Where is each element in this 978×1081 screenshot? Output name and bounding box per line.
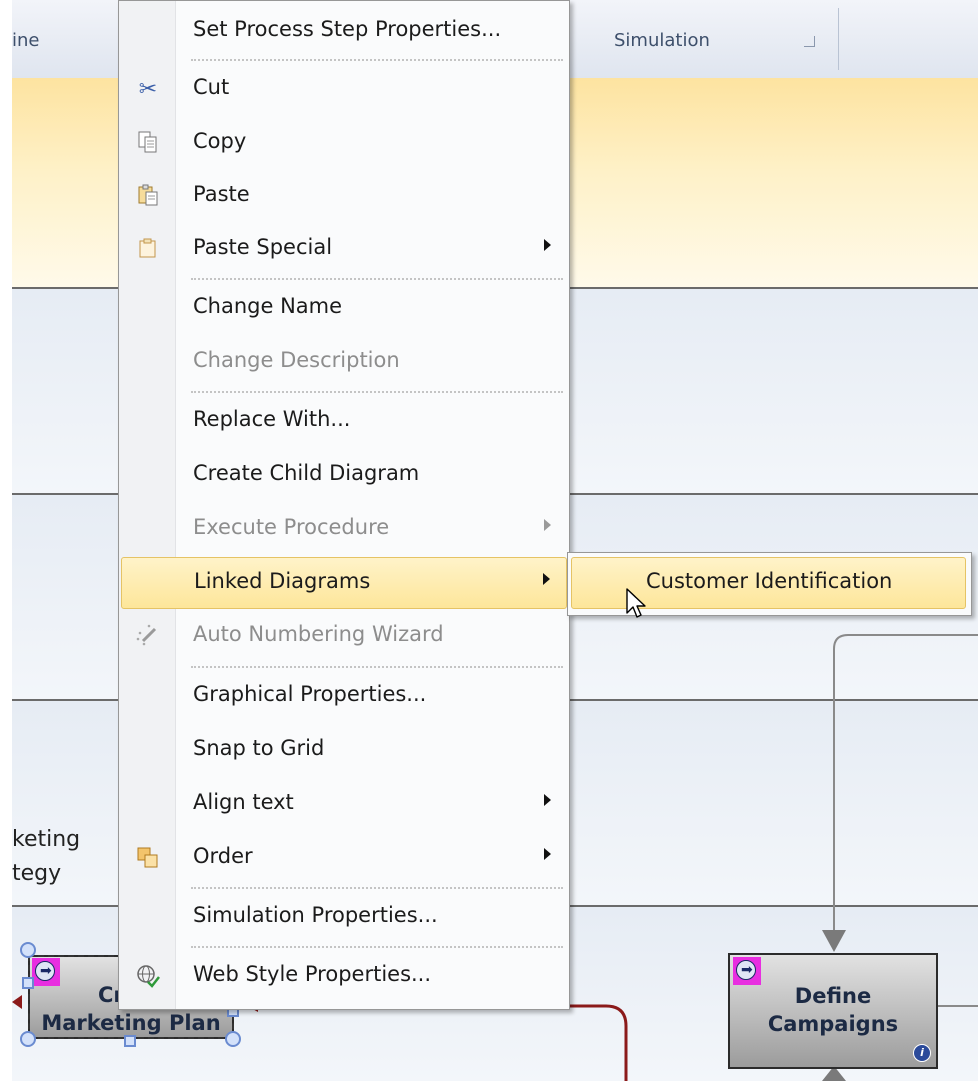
menu-separator bbox=[191, 887, 563, 889]
menu-item-label: Cut bbox=[193, 75, 230, 99]
menu-item-change-description: Change Description bbox=[121, 337, 567, 389]
menu-item-simulation-properties[interactable]: Simulation Properties... bbox=[121, 892, 567, 944]
menu-item-web-style-properties[interactable]: Web Style Properties... bbox=[121, 951, 567, 1003]
process-step-label-line1: Define bbox=[794, 984, 872, 1008]
menu-item-label: Align text bbox=[193, 790, 294, 814]
menu-item-label: Web Style Properties... bbox=[193, 962, 432, 986]
copy-icon bbox=[134, 130, 162, 158]
resize-handle[interactable] bbox=[124, 1035, 136, 1047]
menu-item-label: Customer Identification bbox=[646, 569, 893, 593]
menu-item-paste-special[interactable]: Paste Special bbox=[121, 224, 567, 276]
resize-handle[interactable] bbox=[20, 942, 36, 958]
context-menu: Set Process Step Properties... ✂ Cut Cop… bbox=[118, 0, 570, 1010]
process-step-label-line2: Campaigns bbox=[767, 1012, 899, 1036]
info-icon[interactable]: i bbox=[913, 1044, 931, 1062]
menu-item-label: Linked Diagrams bbox=[194, 569, 371, 593]
menu-item-create-child-diagram[interactable]: Create Child Diagram bbox=[121, 450, 567, 502]
submenu-arrow-icon bbox=[544, 794, 551, 806]
menu-item-copy[interactable]: Copy bbox=[121, 118, 567, 170]
resize-handle[interactable] bbox=[225, 1031, 241, 1047]
menu-item-label: Set Process Step Properties... bbox=[193, 17, 502, 41]
menu-item-linked-diagrams[interactable]: Linked Diagrams bbox=[121, 557, 567, 609]
menu-item-auto-numbering-wizard: Auto Numbering Wizard bbox=[121, 611, 567, 663]
menu-item-label: Replace With... bbox=[193, 407, 351, 431]
menu-item-snap-to-grid[interactable]: Snap to Grid bbox=[121, 725, 567, 777]
menu-item-align-text[interactable]: Align text bbox=[121, 779, 567, 831]
menu-item-change-name[interactable]: Change Name bbox=[121, 283, 567, 335]
menu-separator bbox=[191, 59, 563, 61]
paste-special-icon bbox=[134, 236, 162, 264]
process-step-label: Define Campaigns bbox=[728, 982, 938, 1038]
web-style-icon bbox=[134, 963, 162, 991]
resize-handle[interactable] bbox=[20, 1031, 36, 1047]
menu-item-label: Execute Procedure bbox=[193, 515, 390, 539]
menu-separator bbox=[191, 666, 563, 668]
menu-item-set-process-step-properties[interactable]: Set Process Step Properties... bbox=[121, 6, 567, 58]
magic-wand-icon bbox=[134, 623, 162, 651]
menu-item-label: Paste Special bbox=[193, 235, 333, 259]
scissors-icon: ✂ bbox=[138, 77, 158, 102]
mouse-pointer-icon bbox=[626, 588, 646, 618]
menu-item-label: Paste bbox=[193, 182, 250, 206]
submenu-arrow-icon bbox=[543, 573, 550, 585]
menu-item-order[interactable]: Order bbox=[121, 833, 567, 885]
submenu-arrow-icon bbox=[544, 519, 551, 531]
menu-item-label: Graphical Properties... bbox=[193, 682, 427, 706]
menu-item-label: Simulation Properties... bbox=[193, 903, 438, 927]
menu-item-graphical-properties[interactable]: Graphical Properties... bbox=[121, 671, 567, 723]
arrow-head bbox=[822, 930, 846, 952]
process-step-label-line2: Marketing Plan bbox=[41, 1011, 221, 1035]
menu-item-label: Order bbox=[193, 844, 253, 868]
connector-line-selected bbox=[240, 1004, 628, 1081]
order-icon bbox=[134, 845, 162, 873]
menu-item-label: Auto Numbering Wizard bbox=[193, 622, 444, 646]
menu-item-label: Copy bbox=[193, 129, 247, 153]
connector-line bbox=[833, 634, 978, 935]
menu-item-label: Create Child Diagram bbox=[193, 461, 420, 485]
menu-item-cut[interactable]: ✂ Cut bbox=[121, 64, 567, 116]
menu-item-label: Snap to Grid bbox=[193, 736, 325, 760]
menu-item-paste[interactable]: Paste bbox=[121, 171, 567, 223]
link-badge-icon[interactable]: ➡ bbox=[733, 957, 761, 985]
submenu-arrow-icon bbox=[544, 239, 551, 251]
menu-item-execute-procedure: Execute Procedure bbox=[121, 504, 567, 556]
resize-handle[interactable] bbox=[22, 977, 34, 989]
menu-item-label: Change Description bbox=[193, 348, 400, 372]
arrow-head bbox=[12, 995, 22, 1009]
submenu-arrow-icon bbox=[544, 848, 551, 860]
menu-separator bbox=[191, 278, 563, 280]
menu-separator bbox=[191, 946, 563, 948]
paste-icon bbox=[134, 183, 162, 211]
menu-separator bbox=[191, 391, 563, 393]
menu-item-replace-with[interactable]: Replace With... bbox=[121, 396, 567, 448]
menu-item-label: Change Name bbox=[193, 294, 343, 318]
